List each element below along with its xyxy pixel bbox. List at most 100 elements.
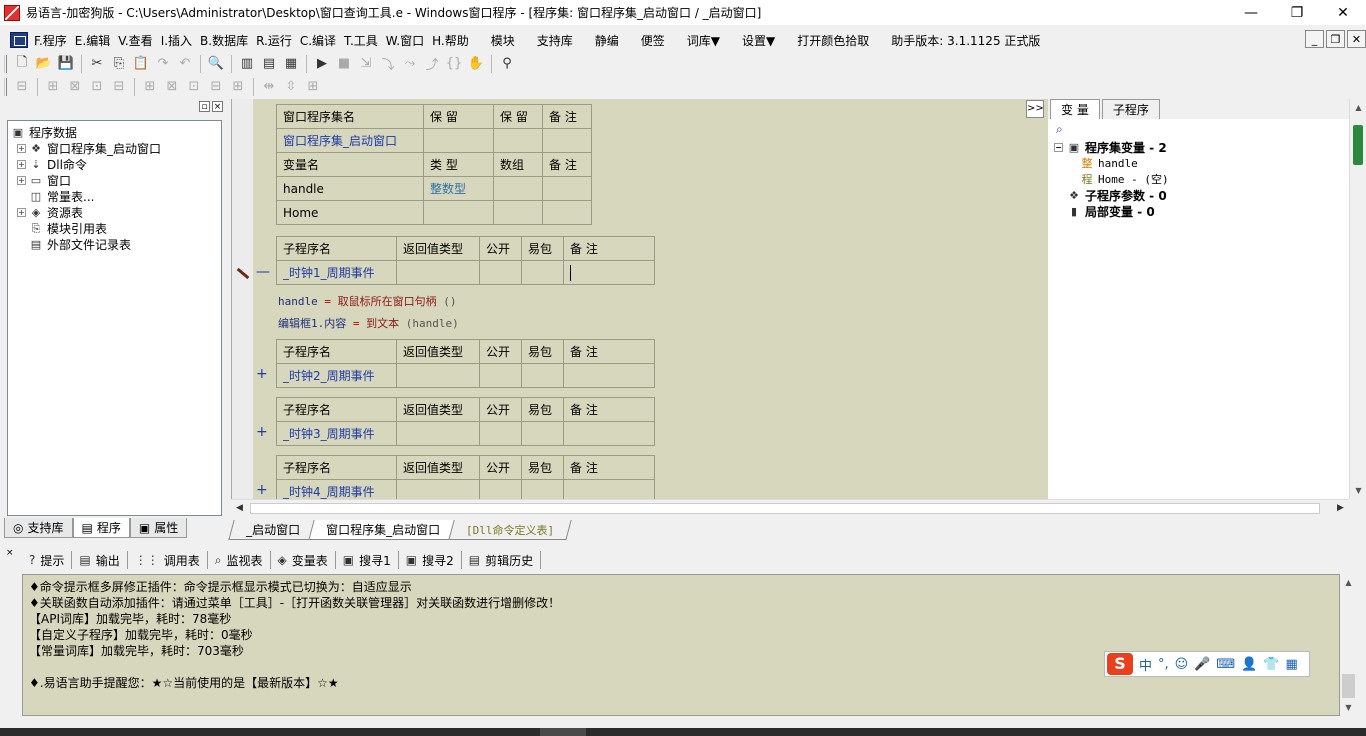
menu-insert[interactable]: I.插入 [157,32,196,49]
user-icon[interactable]: 👤 [1241,657,1257,672]
tree-item[interactable]: ▣ 程序数据 [11,124,221,140]
menu-program[interactable]: F.程序 [30,32,71,49]
document-icon[interactable] [10,32,28,48]
stop-icon[interactable]: ■ [333,54,355,74]
keyboard-icon[interactable]: ⌨ [1216,657,1235,672]
tree-item[interactable]: + ◈ 资源表 [11,204,221,220]
tab-support-lib[interactable]: ◎ 支持库 [4,518,73,538]
layout1-icon[interactable]: ▥ [236,54,258,74]
menu-static-compile[interactable]: 静编 [591,32,623,49]
var-name-cell[interactable]: handle [276,176,424,201]
mdi-minimize-button[interactable]: _ [1305,30,1324,48]
align-left-icon[interactable]: ⊟ [11,77,33,97]
horizontal-scrollbar[interactable]: ◀ ▶ [231,499,1349,516]
output-scroll-thumb[interactable] [1342,674,1355,698]
code-editor[interactable]: 窗口程序集名 保 留 保 留 备 注 窗口程序集_启动窗口 变量名 类 型 数组… [231,99,1048,499]
menu-module[interactable]: 模块 [487,32,519,49]
menu-help[interactable]: H.帮助 [428,32,473,49]
maximize-button[interactable]: ❐ [1274,0,1320,25]
tree-item[interactable]: + ❖ 窗口程序集_启动窗口 [11,140,221,156]
collapse-icon[interactable]: − [1054,142,1063,152]
scroll-down-icon[interactable]: ▼ [1350,482,1366,499]
find-icon[interactable]: 🔍 [205,54,227,74]
expand-icon[interactable]: + [17,175,26,185]
search-icon[interactable]: ⌕ [1056,122,1063,137]
menu-color-picker[interactable]: 打开颜色拾取 [793,32,873,49]
tab-dll-definitions[interactable]: [Dll命令定义表] [448,520,572,540]
assembly-name-cell[interactable]: 窗口程序集_启动窗口 [276,128,424,153]
scroll-down-icon[interactable]: ▼ [1340,699,1357,716]
output-tab[interactable]: ◈ 变量表 [271,551,336,569]
panel-restore-icon[interactable]: ▫ [199,101,210,112]
menu-view[interactable]: V.查看 [114,32,156,49]
step-over-icon[interactable]: ⤳ [399,54,421,74]
code-line-2[interactable]: 编辑框1.内容 = 到文本 (handle) [278,315,459,331]
menu-tools[interactable]: T.工具 [340,32,382,49]
minimize-button[interactable]: — [1228,0,1274,25]
output-tab[interactable]: ▤ 剪辑历史 [462,551,542,569]
scroll-up-icon[interactable]: ▲ [1350,99,1366,116]
expand-icon[interactable]: + [17,159,26,169]
toolbar-grip[interactable] [4,54,7,73]
note-cell-active[interactable] [563,260,655,285]
output-tab[interactable]: ⋮⋮ 调用表 [128,551,208,569]
sub-name-cell[interactable]: _时钟4_周期事件 [276,479,397,499]
expand-icon[interactable]: + [17,207,26,217]
sub-name-cell[interactable]: _时钟1_周期事件 [276,260,397,285]
skin-icon[interactable]: 👕 [1263,657,1279,672]
tab-startup-window[interactable]: _启动窗口 [228,520,318,540]
tab-program[interactable]: ▤ 程序 [72,518,130,538]
menu-run[interactable]: R.运行 [252,32,296,49]
var-name-cell[interactable]: Home [276,200,424,225]
punctuation-icon[interactable]: °, [1158,657,1169,672]
expand-icon[interactable]: + [256,424,268,440]
variable-tree-item[interactable]: ❖ 子程序参数 - 0 [1054,187,1366,203]
variable-tree-item[interactable]: 程 Home - (空) [1054,171,1366,187]
menu-database[interactable]: B.数据库 [196,32,252,49]
menu-settings[interactable]: 设置▼ [738,32,779,49]
align-center-icon[interactable]: ⊠ [64,77,86,97]
new-file-icon[interactable]: 🗋 [11,54,33,74]
braces-icon[interactable]: {} [443,54,465,74]
microphone-icon[interactable]: 🎤 [1194,657,1210,672]
copy-icon[interactable]: ⎘ [108,54,130,74]
scroll-up-icon[interactable]: ▲ [1340,574,1357,591]
align-right-icon[interactable]: ⊡ [86,77,108,97]
paste-icon[interactable]: 📋 [130,54,152,74]
code-line-1[interactable]: handle = 取鼠标所在窗口句柄 () [278,293,457,309]
chinese-mode-icon[interactable]: 中 [1139,655,1152,674]
variable-tree-item[interactable]: ▮ 局部变量 - 0 [1054,203,1366,219]
toolbox-icon[interactable]: ▦ [1286,657,1298,672]
tab-properties[interactable]: ▣ 属性 [129,518,188,538]
tree-item[interactable]: ⎘ 模块引用表 [11,220,221,236]
tab-subroutines[interactable]: 子程序 [1101,99,1160,119]
run-icon[interactable]: ▶ [311,54,333,74]
mdi-close-button[interactable]: ✕ [1347,30,1366,48]
tree-item[interactable]: + ⇣ Dll命令 [11,156,221,172]
output-tab[interactable]: ⌕ 监视表 [208,551,271,569]
var-type-cell[interactable]: 整数型 [423,176,494,201]
variable-tree-item[interactable]: 整 handle [1054,155,1366,171]
align-top-icon[interactable]: ⊞ [42,77,64,97]
tree-item[interactable]: + ▭ 窗口 [11,172,221,188]
tree-item[interactable]: ◫ 常量表... [11,188,221,204]
layout3-icon[interactable]: ▦ [280,54,302,74]
emoji-icon[interactable]: ☺ [1175,657,1189,672]
output-tab[interactable]: ? 提示 [22,551,73,569]
center-v-icon[interactable]: ⇳ [280,77,302,97]
hand-icon[interactable]: ✋ [465,54,487,74]
tab-assembly-startup[interactable]: 窗口程序集_启动窗口 [308,520,458,540]
step-out-icon[interactable]: ⤴ [421,54,443,74]
expand-icon[interactable]: + [17,143,26,153]
menu-compile[interactable]: C.编译 [296,32,340,49]
center-h-icon[interactable]: ⇹ [258,77,280,97]
same-height-icon[interactable]: ⊠ [161,77,183,97]
menu-edit[interactable]: E.编辑 [71,32,114,49]
vertical-scrollbar[interactable]: ▲ ▼ [1349,99,1366,499]
undo-icon[interactable]: ↶ [174,54,196,74]
cut-icon[interactable]: ✂ [86,54,108,74]
scroll-thumb[interactable] [1353,125,1363,165]
sub-name-cell[interactable]: _时钟3_周期事件 [276,421,397,446]
output-close-icon[interactable]: × [6,548,14,558]
panel-close-icon[interactable]: × [212,101,223,112]
